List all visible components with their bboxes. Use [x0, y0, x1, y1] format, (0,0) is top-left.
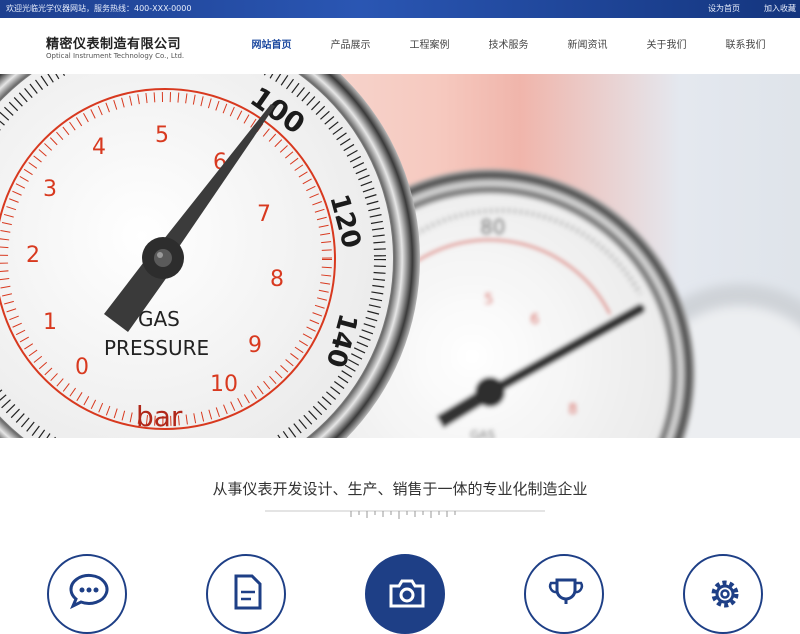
- nav-item-products[interactable]: 产品展示: [311, 18, 390, 74]
- company-name[interactable]: 精密仪表制造有限公司: [46, 33, 181, 52]
- intro-headline: 从事仪表开发设计、生产、销售于一体的专业化制造企业: [212, 480, 588, 498]
- nav-item-services[interactable]: 技术服务: [469, 18, 548, 74]
- set-home-link[interactable]: 设为首页: [708, 0, 740, 18]
- feature-technology[interactable]: [683, 554, 763, 634]
- nav-item-about[interactable]: 关于我们: [627, 18, 706, 74]
- feature-camera[interactable]: [365, 554, 445, 634]
- svg-text:GAS: GAS: [470, 428, 495, 438]
- nav-item-home[interactable]: 网站首页: [232, 18, 311, 74]
- feature-document[interactable]: [206, 554, 286, 634]
- svg-text:3: 3: [43, 177, 57, 202]
- svg-text:10: 10: [210, 372, 238, 397]
- svg-text:8: 8: [568, 400, 578, 418]
- ruler-divider: [265, 510, 545, 519]
- svg-text:1: 1: [43, 310, 57, 335]
- svg-text:9: 9: [248, 333, 262, 358]
- main-gauge: 0 1 2 3 4 5 6 7 8 9 10 100 120 140 GAS P…: [0, 74, 420, 438]
- top-links: 设为首页 加入收藏: [708, 0, 796, 18]
- trophy-icon: [548, 578, 584, 604]
- welcome-hotline-text: 欢迎光临光学仪器网站，服务热线：400-XXX-0000: [6, 4, 192, 13]
- company-name-en: Optical Instrument Technology Co., Ltd.: [46, 52, 185, 60]
- nav-item-contact[interactable]: 联系我们: [706, 18, 785, 74]
- svg-text:0: 0: [75, 355, 89, 380]
- gear-icon: [711, 580, 739, 608]
- svg-text:5: 5: [484, 290, 494, 308]
- pressure-gauges-image: 80 5 6 8 GAS 0 1 2 3 4 5 6 7 8 9 10 100 …: [0, 74, 800, 438]
- svg-text:7: 7: [257, 202, 271, 227]
- site-header: 精密仪表制造有限公司 Optical Instrument Technology…: [0, 18, 800, 74]
- svg-text:6: 6: [530, 310, 540, 328]
- svg-text:4: 4: [92, 135, 106, 160]
- main-nav: 网站首页 产品展示 工程案例 技术服务 新闻资讯 关于我们 联系我们: [232, 18, 785, 74]
- camera-icon: [389, 579, 425, 608]
- svg-text:5: 5: [155, 123, 169, 148]
- svg-text:PRESSURE: PRESSURE: [104, 336, 209, 360]
- svg-text:8: 8: [270, 267, 284, 292]
- svg-text:bar: bar: [136, 400, 183, 433]
- feature-consult[interactable]: [47, 554, 127, 634]
- add-favorite-link[interactable]: 加入收藏: [764, 0, 796, 18]
- hero-banner: 80 5 6 8 GAS 0 1 2 3 4 5 6 7 8 9 10 100 …: [0, 74, 800, 438]
- svg-text:GAS: GAS: [138, 307, 180, 331]
- feature-honor[interactable]: [524, 554, 604, 634]
- top-bar: 欢迎光临光学仪器网站，服务热线：400-XXX-0000 设为首页 加入收藏: [0, 0, 800, 18]
- nav-item-cases[interactable]: 工程案例: [390, 18, 469, 74]
- nav-item-news[interactable]: 新闻资讯: [548, 18, 627, 74]
- chat-bubble-icon: [69, 573, 109, 610]
- svg-text:2: 2: [26, 243, 40, 268]
- svg-text:80: 80: [480, 215, 505, 239]
- document-icon: [234, 574, 262, 610]
